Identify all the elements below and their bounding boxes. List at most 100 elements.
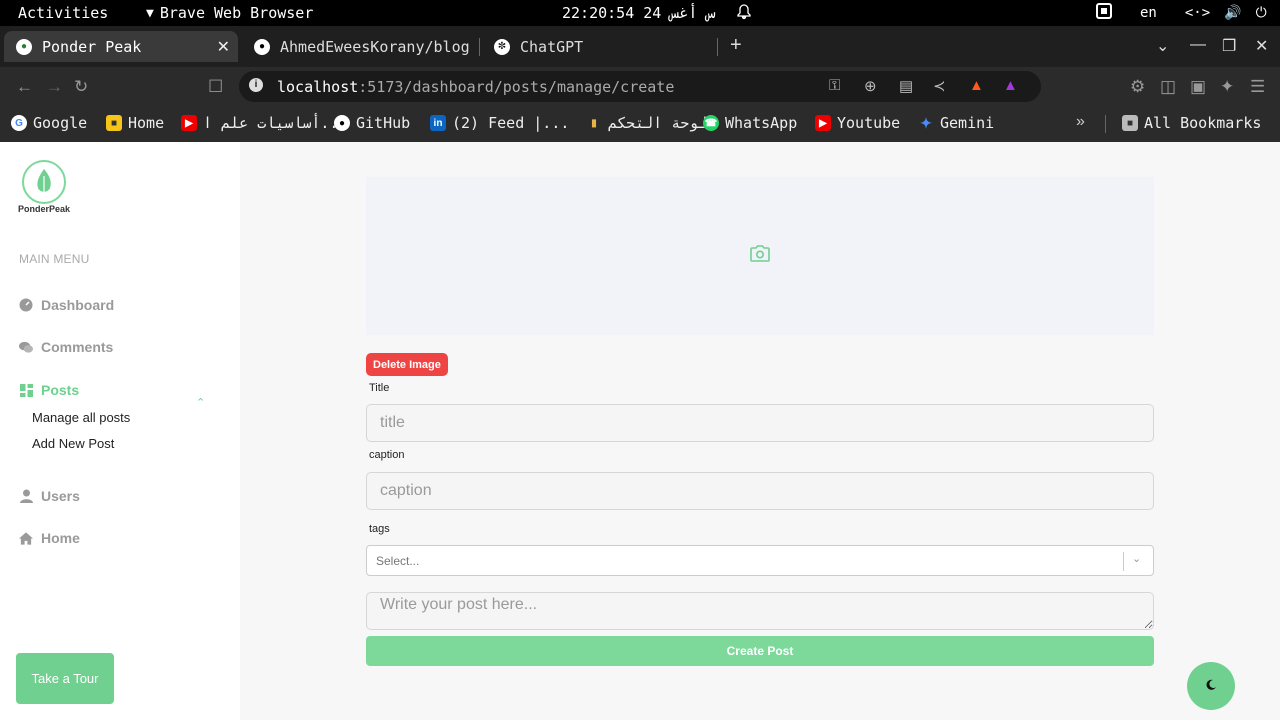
clock[interactable]: 22:20:54 24 س أغس <box>562 4 716 22</box>
close-tab-icon[interactable]: ✕ <box>217 37 230 57</box>
new-tab-plus-icon[interactable]: + <box>730 34 742 57</box>
ponder-peak-logo[interactable]: PonderPeak <box>18 160 72 220</box>
tags-placeholder: Select... <box>376 554 420 568</box>
post-body-textarea[interactable] <box>366 592 1154 630</box>
more-bookmarks-chevron-icon[interactable]: » <box>1076 113 1085 131</box>
bookmark-whatsapp[interactable]: ☎ WhatsApp <box>703 114 797 132</box>
volume-icon[interactable]: 🔊 <box>1224 5 1241 21</box>
tab-chatgpt[interactable]: ✼ ChatGPT <box>482 31 712 62</box>
create-post-button[interactable]: Create Post <box>366 636 1154 666</box>
chevron-up-icon[interactable]: ⌃ <box>196 396 205 409</box>
sidebar-item-label: Dashboard <box>41 297 115 313</box>
brand-name: PonderPeak <box>18 204 71 214</box>
notification-bell-icon[interactable] <box>736 4 752 24</box>
reader-mode-icon[interactable]: ▤ <box>899 77 913 95</box>
language-indicator[interactable]: en <box>1140 5 1157 21</box>
sidebar-item-posts[interactable]: Posts <box>19 382 79 398</box>
activities-button[interactable]: Activities <box>18 4 108 22</box>
sidebar-item-comments[interactable]: Comments <box>19 339 113 355</box>
tab-separator <box>717 38 718 56</box>
bookmark-github[interactable]: ● GitHub <box>334 114 410 132</box>
brave-lion-icon: ▼ <box>146 5 154 21</box>
bookmark-page-icon[interactable]: ☐ <box>208 77 223 97</box>
app-root: PonderPeak MAIN MENU Dashboard Comments … <box>0 142 1280 720</box>
gemini-icon: ✦ <box>920 114 932 131</box>
app-name: Brave Web Browser <box>159 4 314 22</box>
brave-rewards-icon[interactable]: ▲ <box>1003 77 1018 94</box>
title-input[interactable] <box>366 404 1154 442</box>
bookmark-youtube[interactable]: ▶ Youtube <box>815 114 900 132</box>
sidebar-item-home[interactable]: Home <box>19 530 80 546</box>
sidebar-subitem-add-new-post[interactable]: Add New Post <box>32 436 114 451</box>
tab-search-chevron-icon[interactable]: ⌄ <box>1156 36 1169 56</box>
leo-ai-icon[interactable]: ✦ <box>1220 77 1234 97</box>
title-label: Title <box>369 382 390 394</box>
sidebar-toggle-icon[interactable]: ◫ <box>1160 77 1176 97</box>
ponder-peak-favicon-icon: ● <box>16 38 32 55</box>
bookmark-gemini[interactable]: ✦ Gemini <box>918 114 994 132</box>
site-info-icon[interactable]: i <box>249 78 263 92</box>
home-folder-icon: ■ <box>106 115 122 131</box>
sidebar: PonderPeak MAIN MENU Dashboard Comments … <box>0 142 240 720</box>
youtube-icon: ▶ <box>181 115 197 131</box>
tab-ponder-peak[interactable]: ● Ponder Peak ✕ <box>4 31 238 62</box>
power-icon[interactable]: ⏻ <box>1256 5 1267 21</box>
select-divider <box>1123 552 1124 571</box>
github-favicon-icon: ● <box>254 38 270 55</box>
bookmark-google[interactable]: G Google <box>11 114 87 132</box>
delete-image-button[interactable]: Delete Image <box>366 353 448 376</box>
sidebar-item-dashboard[interactable]: Dashboard <box>19 297 114 313</box>
folder-icon: ■ <box>1122 115 1138 131</box>
bookmark-home[interactable]: ■ Home <box>106 114 164 132</box>
maximize-icon[interactable]: ❐ <box>1222 36 1236 56</box>
forward-arrow-icon[interactable]: → <box>46 77 63 97</box>
caption-input[interactable] <box>366 472 1154 510</box>
back-arrow-icon[interactable]: ← <box>16 77 33 97</box>
theme-toggle-button[interactable] <box>1187 662 1235 710</box>
moon-icon <box>1205 679 1217 694</box>
tab-separator <box>479 38 480 56</box>
url-text[interactable]: localhost:5173/dashboard/posts/manage/cr… <box>277 78 674 96</box>
wallet-icon[interactable]: ▣ <box>1190 77 1206 97</box>
tab-title: ChatGPT <box>520 37 584 56</box>
tab-github-blog[interactable]: ● AhmedEweesKorany/blog <box>242 31 472 62</box>
youtube-icon: ▶ <box>815 115 831 131</box>
user-icon <box>19 489 33 503</box>
take-tour-button[interactable]: Take a Tour <box>16 653 114 704</box>
zoom-icon[interactable]: ⊕ <box>864 77 877 95</box>
extensions-icon[interactable]: ⚙ <box>1130 77 1145 97</box>
network-icon[interactable]: <·> <box>1185 5 1210 21</box>
sidebar-item-label: Comments <box>41 339 114 355</box>
bookmark-linkedin[interactable]: in (2) Feed |... <box>430 114 569 132</box>
tab-strip: ● Ponder Peak ✕ ● AhmedEweesKorany/blog … <box>0 26 1280 67</box>
whatsapp-icon: ☎ <box>703 115 719 131</box>
minimize-icon[interactable]: — <box>1190 36 1206 54</box>
house-icon <box>19 531 33 545</box>
bookmark-arabic-course[interactable]: ▶ أساسيات علم ا... <box>181 114 348 132</box>
chevron-down-icon[interactable]: ⌄ <box>1132 552 1141 565</box>
tags-select[interactable]: Select... ⌄ <box>366 545 1154 576</box>
menu-header: MAIN MENU <box>19 252 90 266</box>
system-top-bar: Activities ▼ Brave Web Browser 22:20:54 … <box>0 0 1280 26</box>
menu-hamburger-icon[interactable]: ☰ <box>1250 77 1265 97</box>
brave-shields-icon[interactable]: ▲ <box>969 77 984 94</box>
address-bar[interactable]: i localhost:5173/dashboard/posts/manage/… <box>239 71 1041 102</box>
tab-title: Ponder Peak <box>42 37 142 56</box>
leaf-icon <box>22 160 66 204</box>
image-upload-area[interactable] <box>366 177 1154 335</box>
tags-label: tags <box>369 523 390 535</box>
app-menu[interactable]: ▼ Brave Web Browser <box>146 4 313 22</box>
close-window-icon[interactable]: ✕ <box>1255 36 1268 56</box>
share-icon[interactable]: ≺ <box>933 77 946 95</box>
password-key-icon[interactable]: ⚿ <box>829 77 840 94</box>
chatgpt-favicon-icon: ✼ <box>494 38 510 55</box>
bookmark-dashboard[interactable]: ▮ لوحة التحكم <box>586 114 707 132</box>
comments-icon <box>19 340 33 354</box>
system-tray: en <·> 🔊 ⏻ <box>1096 3 1267 23</box>
google-icon: G <box>11 115 27 131</box>
all-bookmarks-button[interactable]: ■ All Bookmarks <box>1122 114 1261 132</box>
screen-share-icon[interactable] <box>1096 3 1112 23</box>
sidebar-item-users[interactable]: Users <box>19 488 80 504</box>
reload-icon[interactable]: ↻ <box>74 77 88 97</box>
sidebar-subitem-manage-posts[interactable]: Manage all posts <box>32 410 130 425</box>
